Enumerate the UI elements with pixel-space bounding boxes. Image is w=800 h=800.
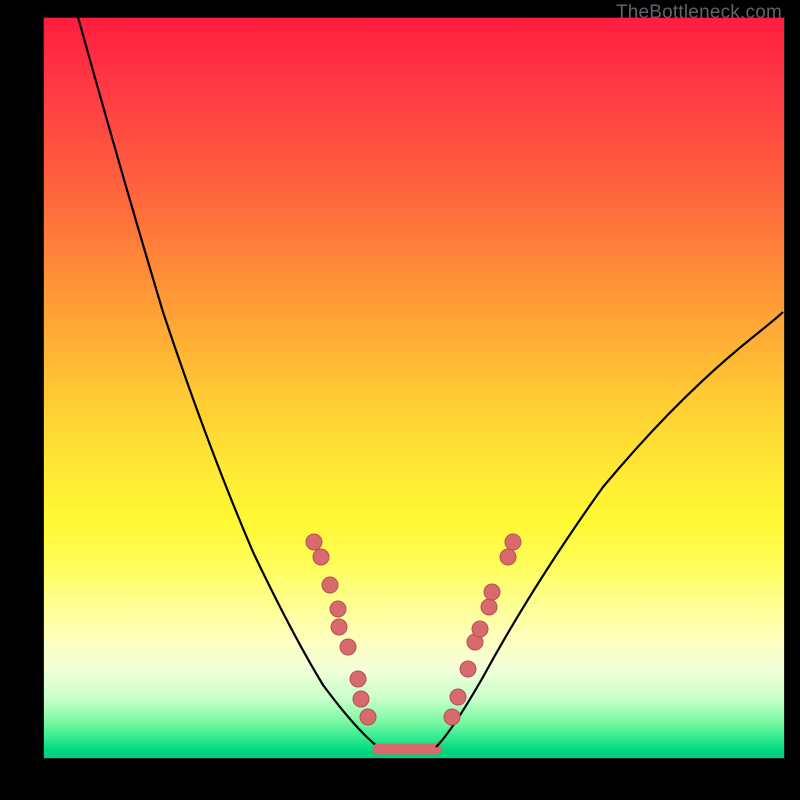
marker-dot — [306, 534, 322, 550]
marker-dot — [472, 621, 488, 637]
marker-dot — [331, 619, 347, 635]
marker-dot — [481, 599, 497, 615]
marker-dot — [350, 671, 366, 687]
left-curve — [78, 17, 378, 747]
marker-dot — [360, 709, 376, 725]
marker-dot — [484, 584, 500, 600]
marker-dot — [444, 709, 460, 725]
marker-dot — [313, 549, 329, 565]
marker-dot — [340, 639, 356, 655]
marker-dot — [505, 534, 521, 550]
marker-dot — [450, 689, 466, 705]
marker-dot — [353, 691, 369, 707]
marker-dot — [500, 549, 516, 565]
marker-dot — [322, 577, 338, 593]
marker-dot — [460, 661, 476, 677]
curve-layer — [43, 17, 783, 757]
chart-container: { "watermark": "TheBottleneck.com", "cha… — [0, 0, 800, 800]
marker-group — [306, 534, 521, 725]
marker-dot — [330, 601, 346, 617]
right-curve — [436, 312, 783, 747]
